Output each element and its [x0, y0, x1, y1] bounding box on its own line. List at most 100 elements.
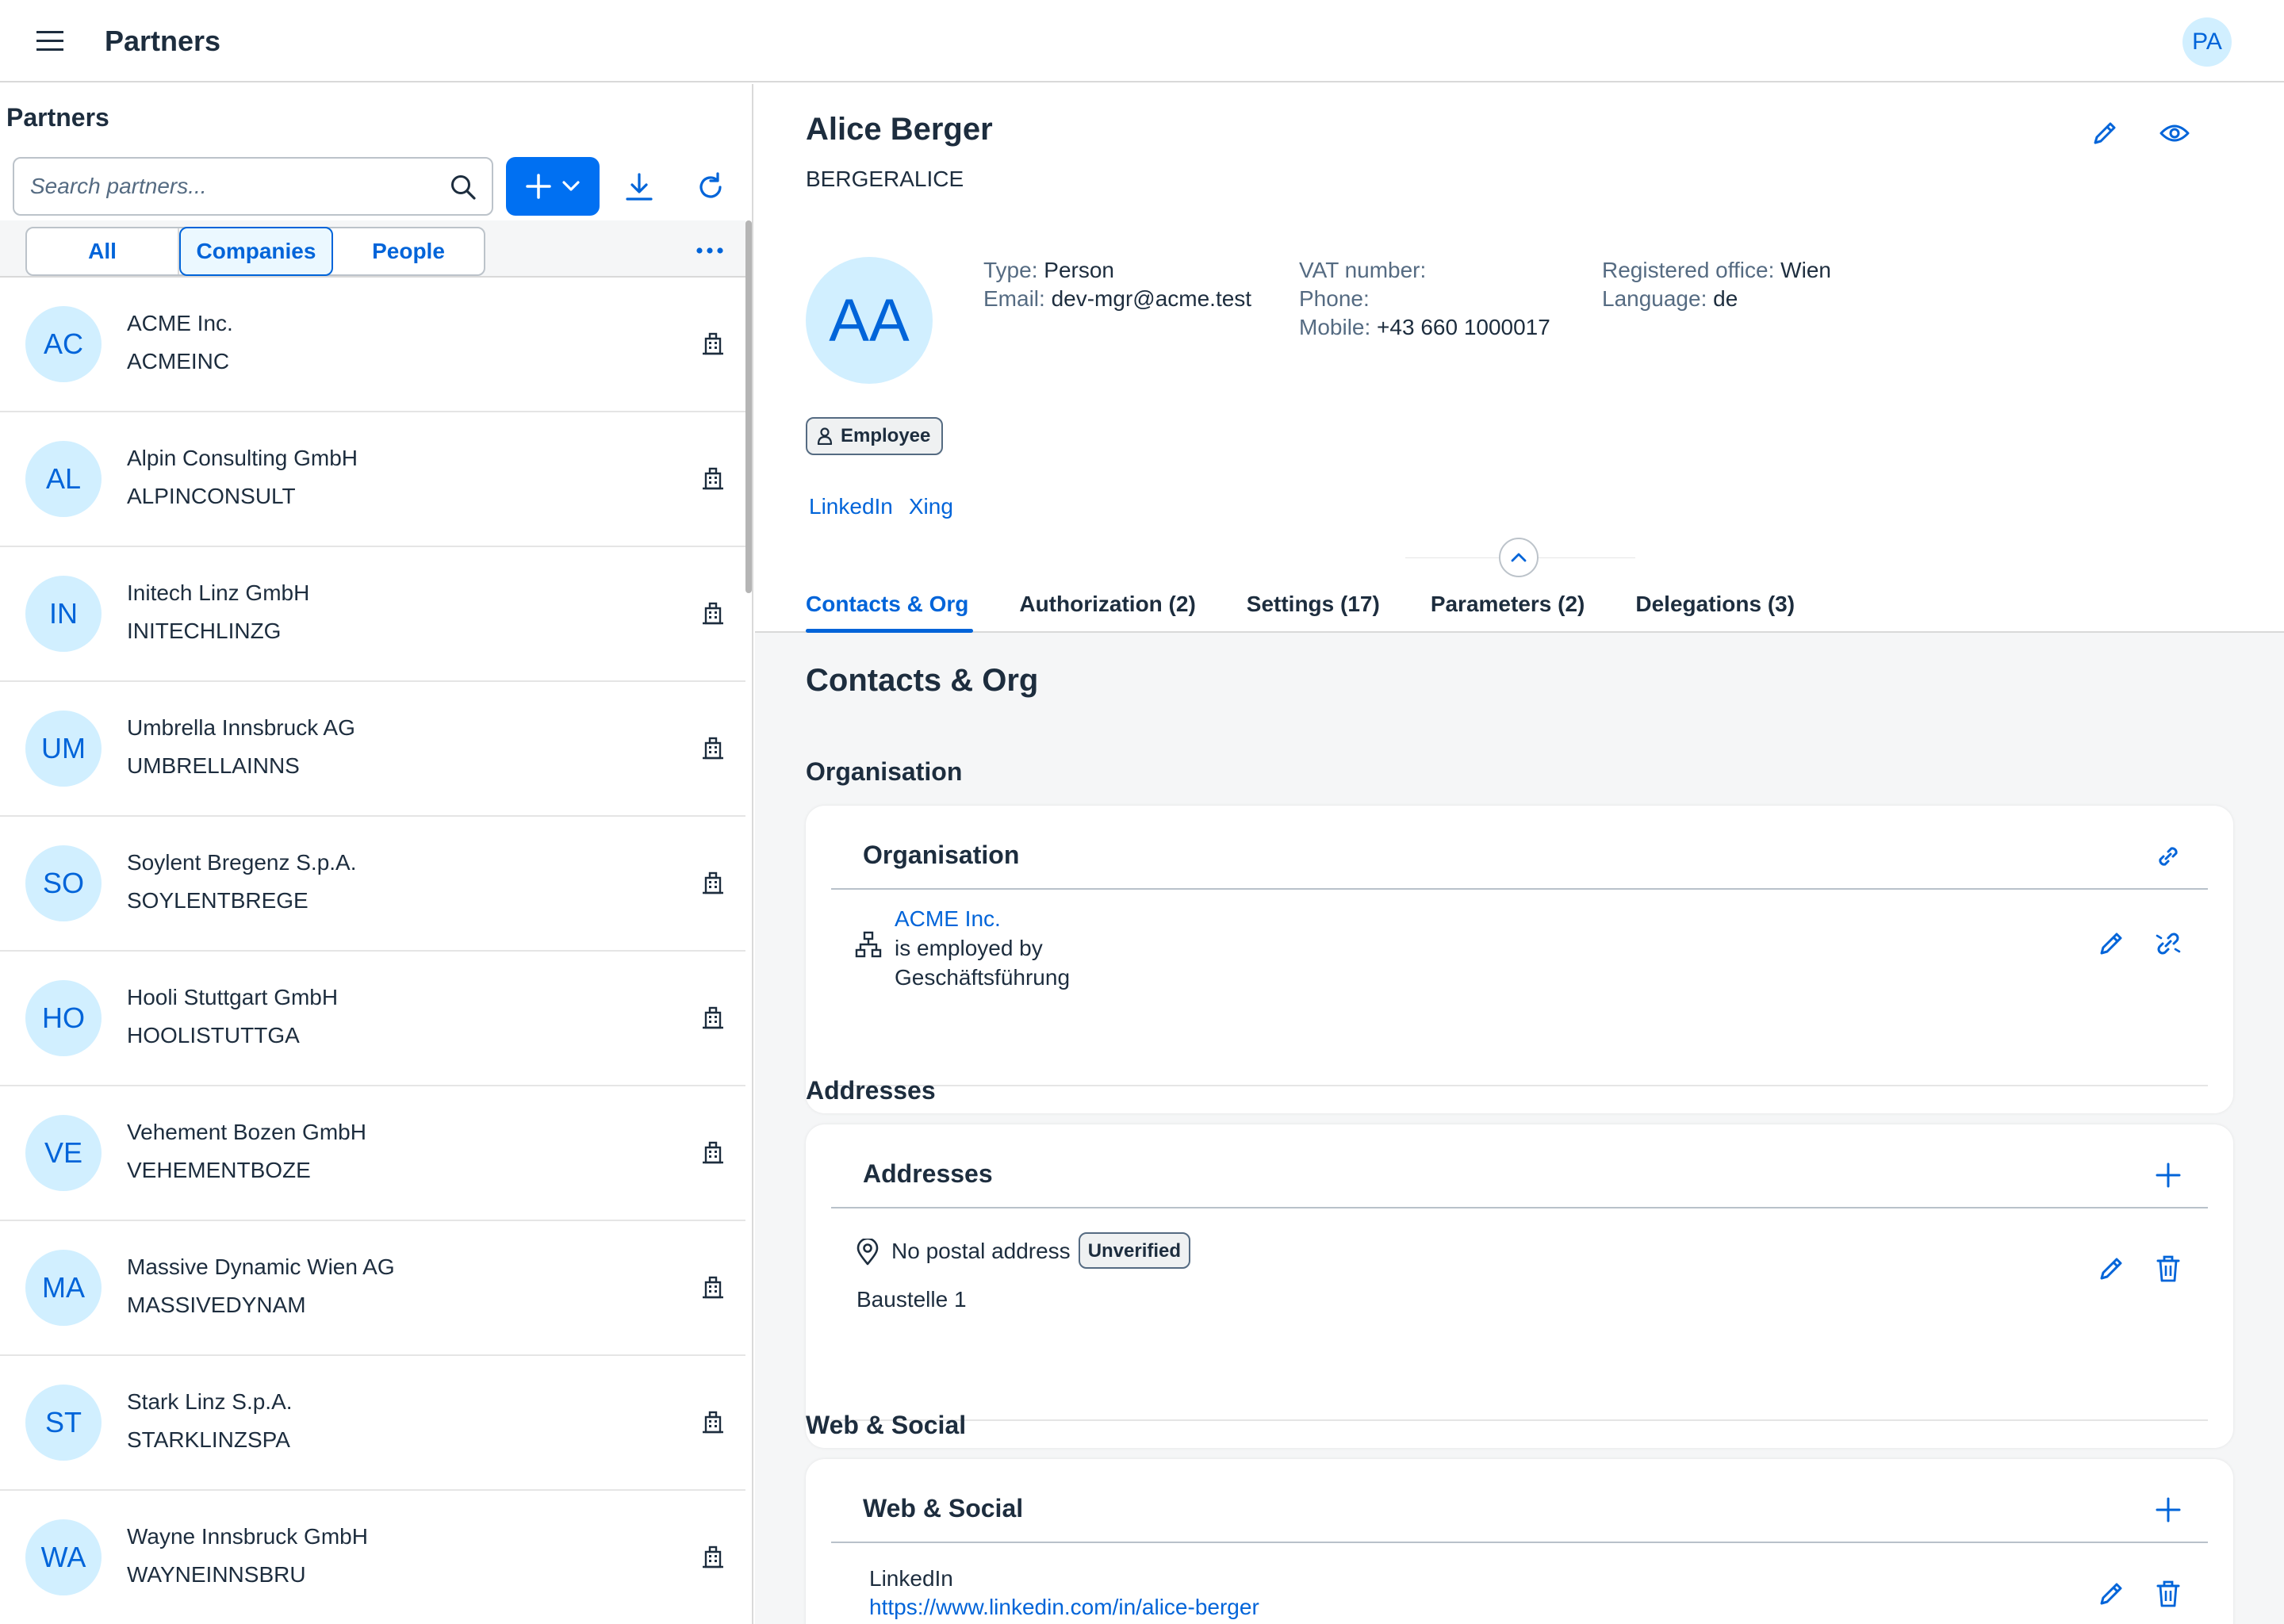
person-icon: [817, 427, 833, 445]
partner-code: INITECHLINZG: [127, 619, 282, 643]
refresh-icon[interactable]: [687, 163, 734, 211]
partner-list-item[interactable]: MA Massive Dynamic Wien AG MASSIVEDYNAM: [0, 1221, 745, 1356]
building-icon: [701, 1275, 725, 1299]
edit-icon[interactable]: [2089, 1247, 2133, 1291]
building-icon: [701, 1005, 725, 1029]
object-header: Alice Berger BERGERALICE AA Type: Person…: [755, 84, 2284, 633]
partner-code: WAYNEINNSBRU: [127, 1562, 306, 1587]
download-icon[interactable]: [615, 163, 663, 211]
partner-list-item[interactable]: WA Wayne Innsbruck GmbH WAYNEINNSBRU: [0, 1491, 745, 1624]
building-icon: [701, 1140, 725, 1164]
chevron-down-icon: [562, 181, 580, 192]
location-pin-icon: [856, 1239, 879, 1266]
partner-detail-pane: Alice Berger BERGERALICE AA Type: Person…: [755, 84, 2284, 1624]
hamburger-menu-icon[interactable]: [32, 24, 68, 59]
organisation-card: Organisation ACME Inc. is employed by Ge…: [806, 806, 2233, 1113]
search-field[interactable]: [13, 157, 493, 216]
building-icon: [701, 871, 725, 894]
search-input[interactable]: [30, 170, 443, 203]
filter-companies[interactable]: Companies: [179, 227, 333, 276]
partner-list-item[interactable]: ST Stark Linz S.p.A. STARKLINZSPA: [0, 1356, 745, 1491]
tab-settings[interactable]: Settings (17): [1247, 576, 1380, 633]
organisation-group-title: Organisation: [806, 757, 963, 786]
attr-mobile: Mobile: +43 660 1000017: [1299, 315, 1550, 339]
app-title: Partners: [105, 25, 221, 57]
partner-code: UMBRELLAINNS: [127, 753, 300, 778]
add-partner-button[interactable]: [506, 157, 600, 216]
add-address-plus-icon[interactable]: [2146, 1153, 2190, 1197]
partner-list-item[interactable]: UM Umbrella Innsbruck AG UMBRELLAINNS: [0, 682, 745, 817]
card-header-divider: [831, 1207, 2208, 1208]
search-icon[interactable]: [449, 173, 477, 201]
partner-code: SOYLENTBREGE: [127, 888, 308, 913]
web-social-card: Web & Social LinkedIn https://www.linked…: [806, 1459, 2233, 1624]
unlink-icon[interactable]: [2146, 921, 2190, 966]
delete-icon[interactable]: [2146, 1572, 2190, 1616]
address-status-badge: Unverified: [1078, 1232, 1191, 1269]
tab-authorization[interactable]: Authorization (2): [1019, 576, 1195, 633]
delete-icon[interactable]: [2146, 1247, 2190, 1291]
eye-icon[interactable]: [2152, 111, 2197, 155]
partner-avatar: AC: [25, 306, 102, 382]
partner-name: ACME Inc.: [127, 311, 233, 335]
edit-icon[interactable]: [2089, 1572, 2133, 1616]
more-options-icon[interactable]: [690, 235, 730, 266]
list-scrollbar[interactable]: [745, 220, 752, 593]
role-tag: Employee: [806, 417, 944, 455]
web-social-card-title: Web & Social: [863, 1494, 1024, 1522]
partner-name: Initech Linz GmbH: [127, 580, 310, 605]
organisation-unit: Geschäftsführung: [895, 965, 1071, 990]
partner-list-item[interactable]: AL Alpin Consulting GmbH ALPINCONSULT: [0, 412, 745, 547]
list-pane-title: Partners: [6, 103, 109, 132]
address-title: No postal address: [891, 1238, 1071, 1263]
partner-list-item[interactable]: HO Hooli Stuttgart GmbH HOOLISTUTTGA: [0, 952, 745, 1086]
partner-avatar: UM: [25, 710, 102, 787]
partner-list-item[interactable]: VE Vehement Bozen GmbH VEHEMENTBOZE: [0, 1086, 745, 1221]
building-icon: [701, 331, 725, 355]
partner-avatar: AL: [25, 441, 102, 517]
web-entry-label: LinkedIn: [869, 1566, 953, 1591]
partner-avatar: AA: [806, 257, 933, 384]
section-title: Contacts & Org: [806, 663, 1039, 698]
shell-bar: Partners PA: [0, 0, 2284, 82]
tab-parameters[interactable]: Parameters (2): [1431, 576, 1585, 633]
social-links: LinkedIn Xing: [809, 492, 953, 522]
linkedin-link[interactable]: LinkedIn: [809, 492, 893, 522]
tab-delegations[interactable]: Delegations (3): [1635, 576, 1795, 633]
edit-icon[interactable]: [2083, 111, 2127, 155]
plus-icon: [526, 174, 551, 199]
organisation-link[interactable]: ACME Inc.: [895, 904, 1001, 933]
partner-code: ALPINCONSULT: [127, 484, 296, 508]
addresses-card-title: Addresses: [863, 1159, 993, 1188]
partner-list-item[interactable]: IN Initech Linz GmbH INITECHLINZG: [0, 547, 745, 682]
partner-avatar: HO: [25, 980, 102, 1056]
partner-list-item[interactable]: AC ACME Inc. ACMEINC: [0, 278, 745, 412]
chevron-up-icon: [1511, 553, 1527, 562]
tab-contacts-org[interactable]: Contacts & Org: [806, 576, 974, 633]
partner-avatar: MA: [25, 1250, 102, 1326]
user-avatar[interactable]: PA: [2182, 17, 2232, 67]
filter-bar: All Companies People: [0, 220, 745, 278]
row-divider: [831, 1419, 2208, 1421]
partner-code: MASSIVEDYNAM: [127, 1293, 306, 1317]
partner-name: Soylent Bregenz S.p.A.: [127, 850, 357, 875]
link-icon[interactable]: [2146, 834, 2190, 879]
partner-avatar: WA: [25, 1519, 102, 1595]
partner-type-filter: All Companies People: [25, 227, 485, 276]
partner-list: AC ACME Inc. ACMEINC AL Alpin Consulting Gmb…: [0, 278, 745, 1624]
partner-avatar: ST: [25, 1385, 102, 1461]
filter-all[interactable]: All: [27, 228, 179, 274]
attr-phone: Phone:: [1299, 286, 1370, 311]
partner-code: VEHEMENTBOZE: [127, 1158, 311, 1182]
filter-people[interactable]: People: [333, 228, 484, 274]
web-entry-url[interactable]: https://www.linkedin.com/in/alice-berger: [869, 1592, 1259, 1622]
organisation-card-title: Organisation: [863, 841, 1020, 869]
building-icon: [701, 736, 725, 760]
addresses-group-title: Addresses: [806, 1076, 936, 1105]
xing-link[interactable]: Xing: [909, 492, 953, 522]
edit-icon[interactable]: [2089, 921, 2133, 966]
partner-list-item[interactable]: SO Soylent Bregenz S.p.A. SOYLENTBREGE: [0, 817, 745, 952]
add-web-social-plus-icon[interactable]: [2146, 1488, 2190, 1532]
partner-name: Wayne Innsbruck GmbH: [127, 1524, 368, 1549]
collapse-header-button[interactable]: [1499, 538, 1539, 577]
